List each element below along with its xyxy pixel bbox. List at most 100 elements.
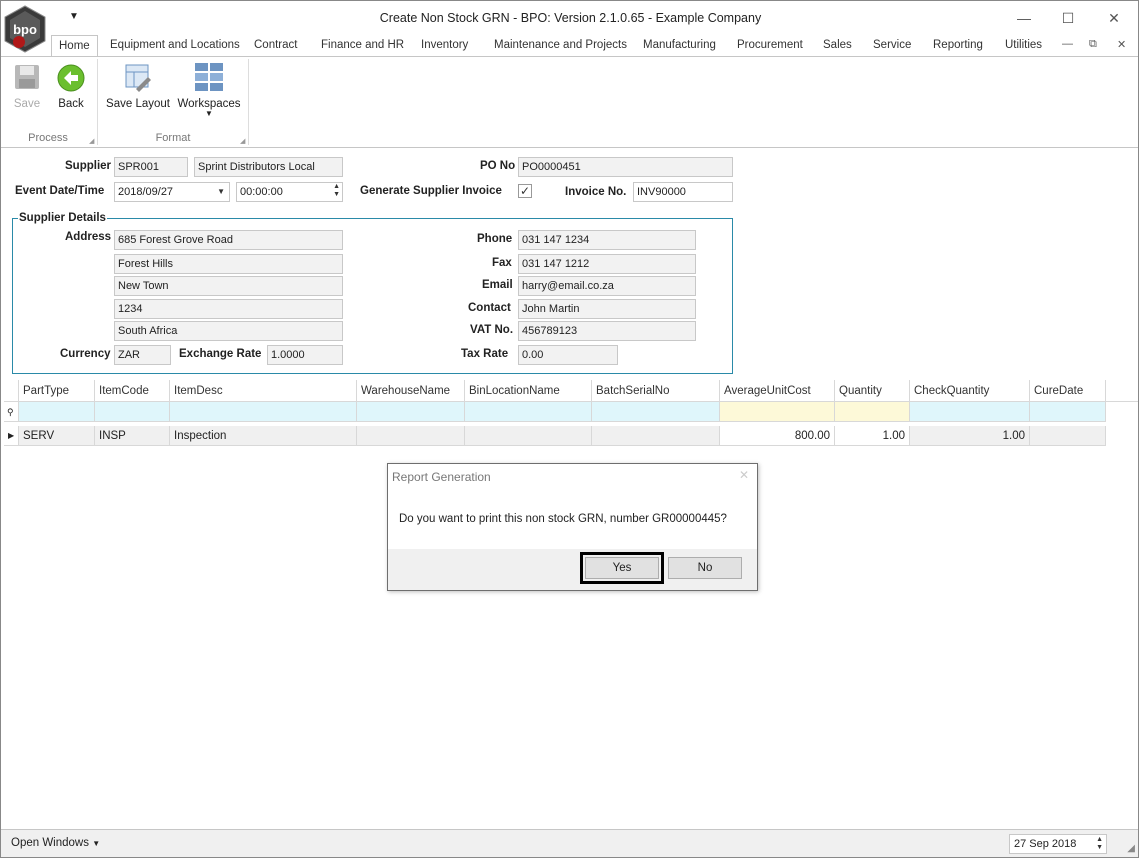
- save-button[interactable]: Save: [7, 63, 47, 110]
- tab-equipment-and-locations[interactable]: Equipment and Locations: [110, 35, 240, 56]
- new-row-itemdesc[interactable]: [170, 402, 357, 422]
- address-line-4-field[interactable]: 1234: [114, 299, 343, 319]
- table-row-cell-batchserialno[interactable]: [592, 426, 720, 446]
- column-header-parttype[interactable]: PartType: [19, 380, 95, 402]
- time-spinner-icon[interactable]: ▲ ▼: [333, 183, 340, 199]
- column-header-batchserialno[interactable]: BatchSerialNo: [592, 380, 720, 402]
- column-header-quantity[interactable]: Quantity: [835, 380, 910, 402]
- column-header-checkquantity[interactable]: CheckQuantity: [910, 380, 1030, 402]
- address-label: Address: [65, 231, 112, 243]
- mdi-restore-icon[interactable]: ⧉: [1089, 38, 1097, 51]
- new-row-itemcode[interactable]: [95, 402, 170, 422]
- table-row-cell-averageunitcost[interactable]: 800.00: [720, 426, 835, 446]
- group-label-process: Process: [28, 132, 68, 144]
- tab-service[interactable]: Service: [873, 35, 911, 56]
- fax-field[interactable]: 031 147 1212: [518, 254, 696, 274]
- tab-contract[interactable]: Contract: [254, 35, 297, 56]
- new-row-curedate[interactable]: [1030, 402, 1106, 422]
- invoice-no-label: Invoice No.: [565, 186, 627, 198]
- process-group-launcher-icon[interactable]: ◢: [89, 137, 94, 145]
- table-row-cell-itemcode[interactable]: INSP: [95, 426, 170, 446]
- mdi-minimize-icon[interactable]: —: [1062, 38, 1073, 50]
- workspaces-button[interactable]: Workspaces ▼: [177, 61, 241, 118]
- row-indicator-icon[interactable]: ▶: [4, 426, 19, 446]
- tab-reporting[interactable]: Reporting: [933, 35, 983, 56]
- table-row-cell-quantity[interactable]: 1.00: [835, 426, 910, 446]
- currency-field[interactable]: ZAR: [114, 345, 171, 365]
- generate-invoice-checkbox[interactable]: ✓: [518, 184, 532, 198]
- new-row-parttype[interactable]: [19, 402, 95, 422]
- event-time-value: 00:00:00: [240, 186, 283, 198]
- email-field[interactable]: harry@email.co.za: [518, 276, 696, 296]
- table-row-cell-itemdesc[interactable]: Inspection: [170, 426, 357, 446]
- status-date-value: 27 Sep 2018: [1014, 838, 1077, 850]
- vat-no-field[interactable]: 456789123: [518, 321, 696, 341]
- tab-manufacturing[interactable]: Manufacturing: [643, 35, 716, 56]
- column-header-itemdesc[interactable]: ItemDesc: [170, 380, 357, 402]
- supplier-code-field[interactable]: SPR001: [114, 157, 188, 177]
- column-header-curedate[interactable]: CureDate: [1030, 380, 1106, 402]
- address-line-3-field[interactable]: New Town: [114, 276, 343, 296]
- new-row-warehousename[interactable]: [357, 402, 465, 422]
- currency-label: Currency: [60, 348, 111, 360]
- supplier-name-field[interactable]: Sprint Distributors Local: [194, 157, 343, 177]
- po-no-field[interactable]: PO0000451: [518, 157, 733, 177]
- table-row-cell-binlocationname[interactable]: [465, 426, 592, 446]
- no-button[interactable]: No: [668, 557, 742, 579]
- address-line-1-field[interactable]: 685 Forest Grove Road: [114, 230, 343, 250]
- new-row-averageunitcost[interactable]: [720, 402, 835, 422]
- chevron-down-icon[interactable]: ▼: [217, 183, 225, 201]
- invoice-no-field[interactable]: INV90000: [633, 182, 733, 202]
- table-row-cell-parttype[interactable]: SERV: [19, 426, 95, 446]
- column-header-itemcode[interactable]: ItemCode: [95, 380, 170, 402]
- ribbon-tabs: Home Equipment and Locations Contract Fi…: [49, 35, 1138, 56]
- maximize-icon[interactable]: ☐: [1045, 5, 1091, 31]
- tab-home[interactable]: Home: [51, 35, 98, 56]
- exchange-rate-field[interactable]: 1.0000: [267, 345, 343, 365]
- address-line-2-field[interactable]: Forest Hills: [114, 254, 343, 274]
- new-row-quantity[interactable]: [835, 402, 910, 422]
- tax-rate-label: Tax Rate: [461, 348, 509, 360]
- dialog-close-icon[interactable]: ✕: [739, 468, 749, 482]
- table-row-cell-warehousename[interactable]: [357, 426, 465, 446]
- new-row-binlocationname[interactable]: [465, 402, 592, 422]
- workspaces-icon: [195, 63, 223, 91]
- yes-button[interactable]: Yes: [580, 552, 664, 584]
- new-row-checkquantity[interactable]: [910, 402, 1030, 422]
- event-date-field[interactable]: 2018/09/27 ▼: [114, 182, 230, 202]
- resize-grip-icon[interactable]: ◢: [1127, 843, 1135, 854]
- status-date-field[interactable]: 27 Sep 2018 ▲ ▼: [1009, 834, 1107, 854]
- grid-indicator-header: [4, 380, 19, 402]
- bpo-logo[interactable]: bpo: [3, 5, 47, 53]
- tax-rate-field[interactable]: 0.00: [518, 345, 618, 365]
- table-row-cell-curedate[interactable]: [1030, 426, 1106, 446]
- column-header-binlocationname[interactable]: BinLocationName: [465, 380, 592, 402]
- tab-inventory[interactable]: Inventory: [421, 35, 468, 56]
- address-line-5-field[interactable]: South Africa: [114, 321, 343, 341]
- mdi-close-icon[interactable]: ✕: [1117, 38, 1126, 51]
- email-label: Email: [482, 279, 513, 291]
- tab-sales[interactable]: Sales: [823, 35, 852, 56]
- tab-finance-and-hr[interactable]: Finance and HR: [321, 35, 404, 56]
- phone-field[interactable]: 031 147 1234: [518, 230, 696, 250]
- tab-utilities[interactable]: Utilities: [1005, 35, 1042, 56]
- date-spinner-icon[interactable]: ▲ ▼: [1096, 836, 1103, 852]
- back-label: Back: [58, 98, 84, 110]
- event-time-field[interactable]: 00:00:00 ▲ ▼: [236, 182, 343, 202]
- new-row-batchserialno[interactable]: [592, 402, 720, 422]
- tab-procurement[interactable]: Procurement: [737, 35, 803, 56]
- minimize-icon[interactable]: —: [1001, 5, 1047, 31]
- contact-field[interactable]: John Martin: [518, 299, 696, 319]
- dialog-title: Report Generation: [392, 470, 491, 484]
- table-row-cell-checkquantity[interactable]: 1.00: [910, 426, 1030, 446]
- tab-maintenance-and-projects[interactable]: Maintenance and Projects: [494, 35, 627, 56]
- column-header-averageunitcost[interactable]: AverageUnitCost: [720, 380, 835, 402]
- contact-label: Contact: [468, 302, 511, 314]
- column-header-warehousename[interactable]: WarehouseName: [357, 380, 465, 402]
- new-row-pin-icon: ⚲: [4, 402, 19, 422]
- close-icon[interactable]: ✕: [1091, 5, 1137, 31]
- save-layout-button[interactable]: Save Layout: [104, 61, 172, 110]
- back-button[interactable]: Back: [53, 63, 89, 110]
- format-group-launcher-icon[interactable]: ◢: [240, 137, 245, 145]
- open-windows-menu[interactable]: Open Windows ▼: [11, 837, 100, 849]
